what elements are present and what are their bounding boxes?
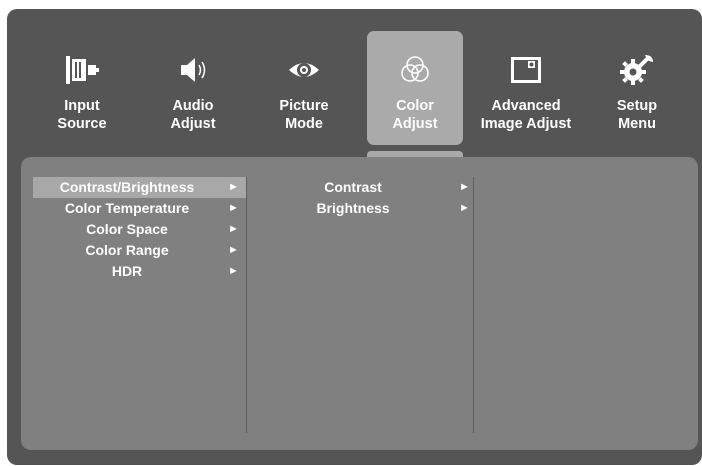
submenu-item-label: Brightness [316,200,390,216]
arrow-right-icon: ► [228,202,239,214]
tab-color-adjust[interactable]: Color Adjust [367,31,463,145]
image-adjust-icon [511,57,541,83]
menu-item-label: Color Range [85,242,169,258]
tab-audio-adjust[interactable]: Audio Adjust [145,31,241,145]
main-menu-list: Contrast/Brightness ► Color Temperature … [33,177,247,433]
tab-advanced-image-adjust[interactable]: Advanced Image Adjust [478,31,574,145]
arrow-right-icon: ► [459,202,470,214]
color-circles-icon [401,56,429,82]
tab-label: Input Source [57,98,107,132]
menu-item-color-range[interactable]: Color Range ► [33,240,246,261]
menu-item-contrast-brightness[interactable]: Contrast/Brightness ► [33,177,246,198]
tab-label: Color Adjust [392,98,438,132]
menu-item-color-temperature[interactable]: Color Temperature ► [33,198,246,219]
menu-item-label: Color Space [86,221,168,237]
menu-panel: Contrast/Brightness ► Color Temperature … [21,157,698,450]
tab-label: Advanced Image Adjust [480,98,572,132]
speaker-icon [181,58,206,82]
menu-item-hdr[interactable]: HDR ► [33,261,246,282]
menu-item-label: HDR [111,263,143,279]
submenu-item-brightness[interactable]: Brightness ► [247,198,473,219]
top-tab-bar: Input Source Audio Adjust Picture Mode C… [7,9,702,169]
gear-wrench-icon [620,55,653,85]
arrow-right-icon: ► [459,181,470,193]
tab-setup-menu[interactable]: Setup Menu [589,31,685,145]
tab-input-source[interactable]: Input Source [34,31,130,145]
menu-item-label: Color Temperature [64,200,190,216]
tab-label: Picture Mode [279,98,329,132]
tab-label: Setup Menu [616,98,658,132]
menu-item-label: Contrast/Brightness [59,179,195,195]
submenu-item-contrast[interactable]: Contrast ► [247,177,473,198]
input-source-icon [66,56,99,84]
arrow-right-icon: ► [228,181,239,193]
arrow-right-icon: ► [228,265,239,277]
eye-icon [289,63,319,77]
tab-label: Audio Adjust [170,98,216,132]
menu-item-color-space[interactable]: Color Space ► [33,219,246,240]
tab-picture-mode[interactable]: Picture Mode [256,31,352,145]
sub-menu-list: Contrast ► Brightness ► [247,177,474,433]
arrow-right-icon: ► [228,244,239,256]
submenu-item-label: Contrast [324,179,382,195]
osd-menu-window: Input Source Audio Adjust Picture Mode C… [7,9,702,465]
arrow-right-icon: ► [228,223,239,235]
